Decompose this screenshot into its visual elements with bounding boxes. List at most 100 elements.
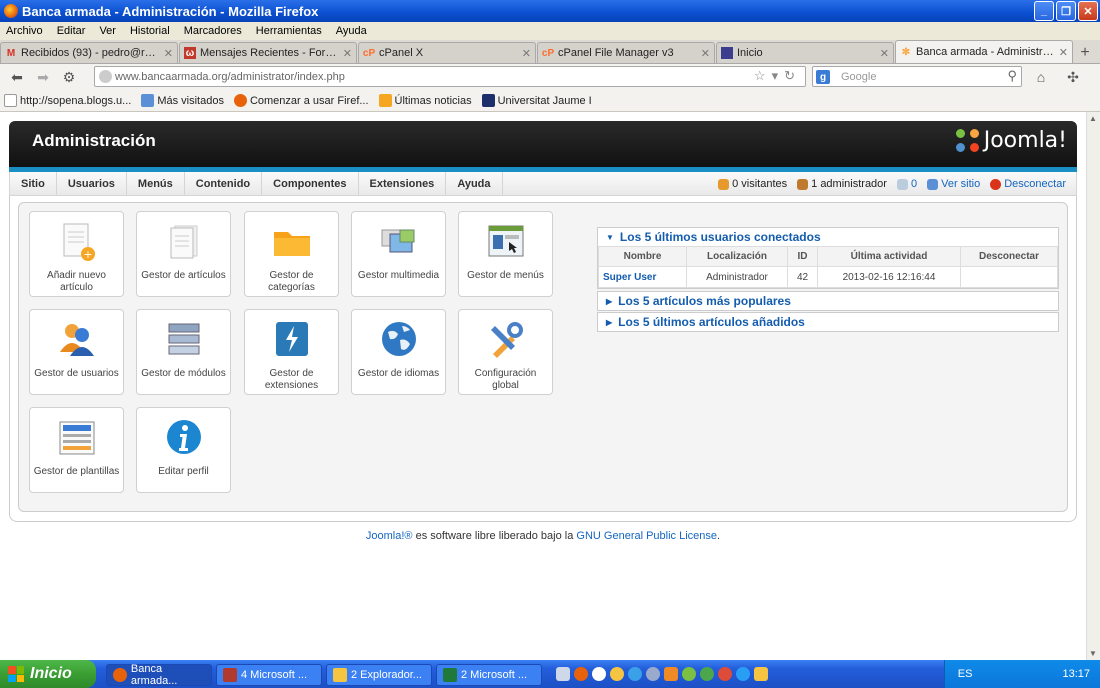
- quicklaunch-icon[interactable]: [700, 667, 714, 681]
- extension-manager-button[interactable]: Gestor de extensiones: [244, 309, 339, 395]
- menu-ayuda[interactable]: Ayuda: [446, 172, 503, 195]
- bookmark-mas-visitados[interactable]: Más visitados: [141, 94, 224, 107]
- page-scrollbar[interactable]: ▲ ▼: [1086, 112, 1100, 660]
- view-site-link[interactable]: Ver sitio: [941, 178, 980, 190]
- task-firefox[interactable]: Banca armada...: [106, 663, 212, 687]
- user-logout-cell[interactable]: [960, 266, 1058, 288]
- module-manager-button[interactable]: Gestor de módulos: [136, 309, 231, 395]
- tile-label: Gestor multimedia: [357, 270, 440, 281]
- tab-close-icon[interactable]: ✕: [701, 47, 710, 60]
- restore-button[interactable]: ❐: [1056, 1, 1076, 21]
- quicklaunch-icon[interactable]: [736, 667, 750, 681]
- tab-close-icon[interactable]: ✕: [343, 47, 352, 60]
- article-manager-button[interactable]: Gestor de artículos: [136, 211, 231, 297]
- menu-ayuda[interactable]: Ayuda: [336, 25, 367, 37]
- menu-ver[interactable]: Ver: [99, 25, 116, 37]
- home-icon[interactable]: ⌂: [1030, 66, 1052, 88]
- tab-cpanel-file-manager[interactable]: cP cPanel File Manager v3 ✕: [537, 42, 715, 63]
- menu-herramientas[interactable]: Herramientas: [256, 25, 322, 37]
- quicklaunch-icon[interactable]: [682, 667, 696, 681]
- bookmark-uji[interactable]: Universitat Jaume I: [481, 94, 592, 107]
- google-icon[interactable]: g: [816, 70, 830, 84]
- module-manager-icon: [168, 323, 200, 355]
- new-tab-button[interactable]: +: [1074, 42, 1096, 63]
- menu-historial[interactable]: Historial: [130, 25, 170, 37]
- global-config-button[interactable]: Configuración global: [458, 309, 553, 395]
- tab-gmail[interactable]: M Recibidos (93) - pedro@rodalia.... ✕: [0, 42, 178, 63]
- menu-componentes[interactable]: Componentes: [262, 172, 359, 195]
- template-manager-button[interactable]: Gestor de plantillas: [29, 407, 124, 493]
- forward-icon[interactable]: ➡: [32, 66, 54, 88]
- url-tools[interactable]: ☆▾↻: [754, 68, 801, 84]
- bookmark-firefox[interactable]: Comenzar a usar Firef...: [233, 94, 369, 107]
- user-name-link[interactable]: Super User: [598, 266, 687, 288]
- quicklaunch-icon[interactable]: [718, 667, 732, 681]
- menu-extensiones[interactable]: Extensiones: [359, 172, 447, 195]
- menu-menus[interactable]: Menús: [127, 172, 185, 195]
- latest-articles-header[interactable]: ▶ Los 5 últimos artículos añadidos: [598, 313, 1058, 331]
- scroll-down-icon[interactable]: ▼: [1089, 649, 1097, 658]
- language-indicator[interactable]: ES: [958, 668, 973, 680]
- module-title: Los 5 últimos usuarios conectados: [619, 230, 821, 244]
- template-manager-icon: [59, 421, 95, 455]
- close-window-button[interactable]: ✕: [1078, 1, 1098, 21]
- firefox-icon: [233, 94, 247, 107]
- back-icon[interactable]: ⬅: [6, 66, 28, 88]
- popular-articles-header[interactable]: ▶ Los 5 artículos más populares: [598, 292, 1058, 310]
- gpl-link[interactable]: GNU General Public License: [576, 530, 717, 542]
- site-identity-icon[interactable]: [99, 70, 112, 83]
- tab-inicio[interactable]: Inicio ✕: [716, 42, 894, 63]
- task-microsoft-1[interactable]: 4 Microsoft ...: [216, 664, 322, 686]
- joomla-link[interactable]: Joomla!®: [366, 530, 413, 542]
- scroll-up-icon[interactable]: ▲: [1089, 114, 1097, 123]
- tab-close-icon[interactable]: ✕: [1059, 46, 1068, 59]
- menu-archivo[interactable]: Archivo: [6, 25, 43, 37]
- category-manager-button[interactable]: Gestor de categorías: [244, 211, 339, 297]
- menu-contenido[interactable]: Contenido: [185, 172, 263, 195]
- quicklaunch-icon[interactable]: [574, 667, 588, 681]
- task-explorer[interactable]: 2 Explorador...: [326, 664, 432, 686]
- addons-icon[interactable]: ⚙: [58, 66, 80, 88]
- quicklaunch-icon[interactable]: [610, 667, 624, 681]
- menu-marcadores[interactable]: Marcadores: [184, 25, 242, 37]
- add-article-button[interactable]: + Añadir nuevo artículo: [29, 211, 124, 297]
- tab-close-icon[interactable]: ✕: [164, 47, 173, 60]
- messages-link[interactable]: 0: [911, 178, 917, 190]
- view-site[interactable]: Ver sitio: [927, 178, 980, 190]
- user-manager-button[interactable]: Gestor de usuarios: [29, 309, 124, 395]
- minimize-button[interactable]: _: [1034, 1, 1054, 21]
- tab-close-icon[interactable]: ✕: [522, 47, 531, 60]
- logout[interactable]: Desconectar: [990, 178, 1066, 190]
- menu-sitio[interactable]: Sitio: [10, 172, 57, 195]
- popular-articles-module: ▶ Los 5 artículos más populares: [597, 291, 1059, 311]
- start-button[interactable]: Inicio: [0, 660, 96, 688]
- logged-users-header[interactable]: ▼ Los 5 últimos usuarios conectados: [598, 228, 1058, 246]
- tab-forum[interactable]: ω Mensajes Recientes - Foro Joom... ✕: [179, 42, 357, 63]
- extensions-icon[interactable]: ✣: [1062, 66, 1084, 88]
- search-icon[interactable]: ⚲: [1007, 68, 1017, 84]
- rss-icon: [378, 94, 392, 107]
- menu-manager-button[interactable]: Gestor de menús: [458, 211, 553, 297]
- quicklaunch-icon[interactable]: [628, 667, 642, 681]
- menu-usuarios[interactable]: Usuarios: [57, 172, 127, 195]
- media-manager-button[interactable]: Gestor multimedia: [351, 211, 446, 297]
- edit-profile-button[interactable]: Editar perfil: [136, 407, 231, 493]
- language-manager-button[interactable]: Gestor de idiomas: [351, 309, 446, 395]
- bookmark-ultimas-noticias[interactable]: Últimas noticias: [378, 94, 472, 107]
- quicklaunch-icon[interactable]: [664, 667, 678, 681]
- quicklaunch-icon[interactable]: [754, 667, 768, 681]
- tab-cpanel[interactable]: cP cPanel X ✕: [358, 42, 536, 63]
- messages-status[interactable]: 0: [896, 178, 917, 190]
- quicklaunch-icon[interactable]: [592, 667, 606, 681]
- logout-link[interactable]: Desconectar: [1004, 178, 1066, 190]
- search-bar[interactable]: g Google ⚲: [812, 66, 1022, 87]
- url-bar[interactable]: www.bancaarmada.org/administrator/index.…: [94, 66, 806, 87]
- tab-close-icon[interactable]: ✕: [880, 47, 889, 60]
- task-microsoft-2[interactable]: 2 Microsoft ...: [436, 664, 542, 686]
- quicklaunch-icon[interactable]: [646, 667, 660, 681]
- clock[interactable]: 13:17: [1062, 668, 1090, 680]
- tab-banca-armada[interactable]: ✻ Banca armada - Administración ✕: [895, 40, 1073, 63]
- menu-editar[interactable]: Editar: [57, 25, 86, 37]
- quicklaunch-icon[interactable]: [556, 667, 570, 681]
- bookmark-sopena[interactable]: http://sopena.blogs.u...: [4, 94, 131, 107]
